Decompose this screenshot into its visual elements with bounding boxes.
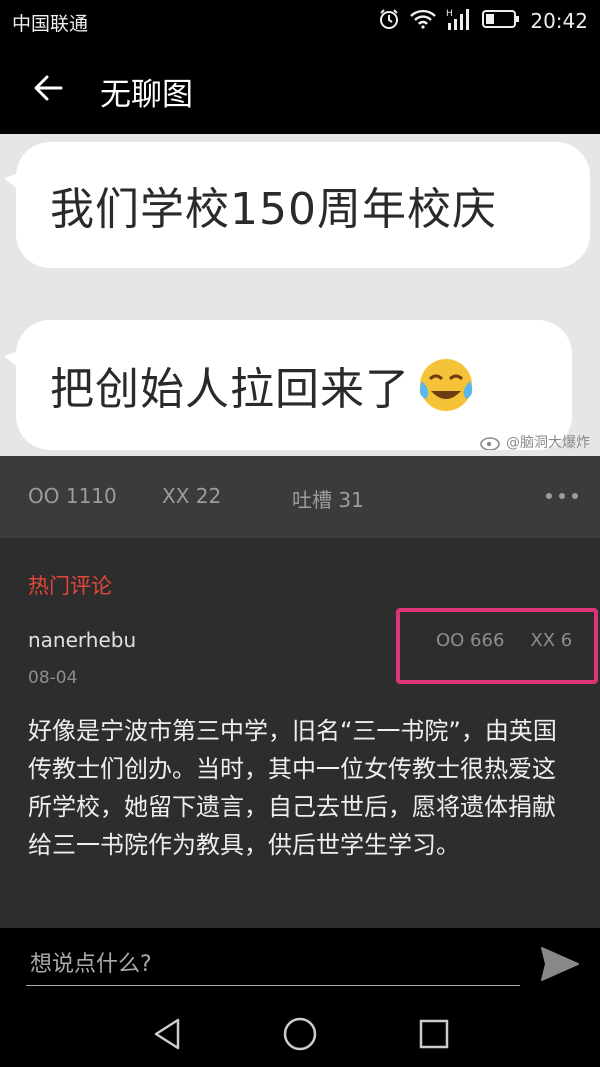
watermark: @脑洞大爆炸 [480,432,590,452]
home-circle-icon[interactable] [282,1016,318,1052]
battery-icon [482,10,520,32]
chat-bubble-text-2: 把创始人拉回来了 [50,364,410,415]
xx-vote-button[interactable]: XX 22 [162,484,221,508]
comment-input-bar [0,928,600,1000]
status-icons: H 20:42 [378,6,588,36]
oo-vote-button[interactable]: OO 1110 [28,484,117,508]
recent-square-icon[interactable] [416,1016,452,1052]
weibo-icon [480,437,500,450]
app-bar: 无聊图 [0,42,600,134]
chat-bubble-1: 我们学校150周年校庆 [16,142,590,268]
send-icon[interactable] [540,946,580,982]
hot-comments-heading: 热门评论 [28,574,112,598]
alarm-icon [378,8,400,34]
bubble-tail-2 [4,348,28,376]
watermark-text: @脑洞大爆炸 [506,435,590,451]
arrow-left-icon [34,75,63,101]
clock: 20:42 [530,9,588,33]
signal-icon: H [446,7,472,35]
comments-section: 热门评论 nanerhebu 08-04 OO 666 XX 6 好像是宁波市第… [0,538,600,928]
wifi-icon [410,9,437,33]
laughing-crying-emoji-icon [419,359,473,411]
more-options-icon[interactable] [546,486,578,506]
system-nav-bar [0,1000,600,1067]
comment-input[interactable] [26,944,520,986]
post-stats-bar: OO 1110 XX 22 吐槽 31 [0,456,600,538]
chat-bubble-2: 把创始人拉回来了 [16,320,572,450]
bubble-tail-1 [4,170,28,198]
carrier-label: 中国联通 [12,13,89,35]
post-image[interactable]: 我们学校150周年校庆 把创始人拉回来了 @脑洞大爆炸 [0,134,600,456]
status-bar: 中国联通 H 20:42 [0,0,600,42]
highlight-annotation-box [396,608,598,684]
comment-text: 好像是宁波市第三中学，旧名“三一书院”，由英国传教士们创办。当时，其中一位女传教… [28,717,557,859]
back-triangle-icon[interactable] [150,1016,186,1052]
chat-bubble-text-1: 我们学校150周年校庆 [50,184,497,235]
tucao-comments-button[interactable]: 吐槽 31 [292,484,364,513]
comment-username[interactable]: nanerhebu [28,628,136,652]
svg-text:H: H [446,9,453,19]
page-title: 无聊图 [100,77,193,113]
comment-date: 08-04 [28,668,78,688]
back-button[interactable] [26,66,70,110]
